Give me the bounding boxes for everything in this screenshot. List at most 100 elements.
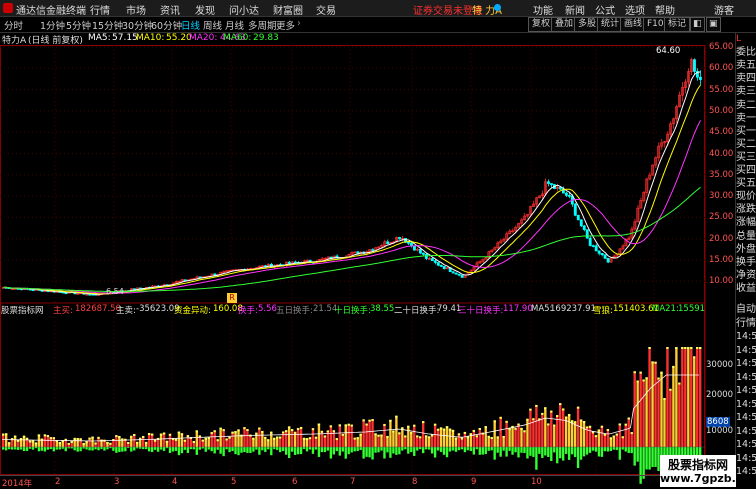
quote-row-label[interactable]: 买二 (736, 138, 756, 151)
tick-time-label[interactable]: 行情 (736, 317, 756, 330)
sell-bar (299, 447, 303, 455)
sell-bar (13, 447, 17, 450)
period-60min[interactable]: 60分钟 (151, 18, 182, 32)
sell-bar (597, 447, 601, 457)
sell-bar (130, 447, 133, 452)
price-tick-label: 10.00 (709, 276, 734, 287)
quote-row-label[interactable]: 委比 (736, 46, 756, 59)
tick-time-label[interactable]: 14:50 (736, 438, 756, 451)
menu-trade[interactable]: 交易 (316, 2, 336, 17)
sell-bar (508, 447, 511, 451)
quote-row-label[interactable]: 卖四 (736, 72, 756, 85)
quote-side-panel: L 委比 卖五 卖四 卖三 卖二 卖一 买一 买二 买三 买四 买五 现价 涨跌 涨幅 总量 外盘 换手 净资 收益自… (735, 33, 756, 487)
menu-formula[interactable]: 公式 (595, 2, 615, 17)
menu-market[interactable]: 市场 (126, 2, 146, 17)
quote-row-label[interactable]: L (736, 33, 756, 46)
period-weekly[interactable]: 周线 (203, 18, 222, 32)
sell-bar (523, 447, 526, 454)
volume-cap (183, 439, 187, 442)
volume-cap (159, 433, 163, 436)
volume-cap (168, 433, 172, 436)
volume-cap (91, 436, 94, 439)
period-multi[interactable]: 多周期 (248, 18, 277, 32)
tick-time-label[interactable]: 14:50 (736, 398, 756, 411)
quote-row-label[interactable]: 卖二 (736, 99, 756, 112)
menu-help[interactable]: 帮助 (655, 2, 675, 17)
date-tick-label: 2014年 (2, 479, 33, 489)
period-30min[interactable]: 30分钟 (122, 18, 153, 32)
tick-time-label[interactable]: 14:50 (736, 344, 756, 357)
tick-time-label[interactable]: 14:50 (736, 384, 756, 397)
quote-row-label[interactable]: 买四 (736, 164, 756, 177)
period-5min[interactable]: 5分钟 (66, 18, 91, 32)
volume-cap (350, 424, 353, 427)
candle-body (582, 225, 586, 230)
period-more[interactable]: 更多 (276, 18, 295, 32)
quote-row-label[interactable]: 涨跌 (736, 203, 756, 216)
menu-wealth[interactable]: 财富圈 (273, 2, 303, 17)
menu-newsfeed[interactable]: 新闻 (565, 2, 585, 17)
volume-cap (648, 347, 651, 349)
mark-button[interactable]: 标记 (664, 17, 691, 32)
quote-row-label[interactable]: 换手 (736, 256, 756, 269)
sell-bar (344, 447, 347, 459)
menu-quotes[interactable]: 行情 (90, 2, 110, 17)
period-more-arrow-icon[interactable]: › (297, 18, 301, 29)
ind-30d-label: 三十日换手: (458, 306, 504, 316)
quote-row-label[interactable]: 买三 (736, 151, 756, 164)
quote-row-label[interactable]: 现价 (736, 190, 756, 203)
indicator-title[interactable]: 股票指标网 (1, 304, 44, 316)
volume-cap (323, 435, 327, 438)
period-intraday[interactable]: 分时 (4, 18, 23, 32)
sell-bar (314, 447, 318, 450)
tick-time-label[interactable]: 14:50 (736, 411, 756, 424)
menu-options[interactable]: 选项 (625, 2, 645, 17)
event-marker[interactable]: R (227, 293, 237, 303)
period-monthly[interactable]: 月线 (225, 18, 244, 32)
fullscreen-icon[interactable]: ▣ (706, 17, 721, 32)
sell-bar (410, 447, 413, 453)
volume-bar (410, 431, 413, 447)
period-15min[interactable]: 15分钟 (92, 18, 123, 32)
tick-time-label[interactable]: 14:50 (736, 452, 756, 465)
tick-time-label[interactable]: 14:50 (736, 425, 756, 438)
quote-row-label[interactable]: 收益 (736, 282, 756, 295)
quote-row-label[interactable]: 买五 (736, 177, 756, 190)
menu-news[interactable]: 资讯 (160, 2, 180, 17)
volume-bar (389, 419, 392, 447)
guest-user[interactable]: 游客 (714, 2, 734, 17)
quote-row-label[interactable]: 涨幅 (736, 216, 756, 229)
quote-row-label[interactable]: 卖三 (736, 85, 756, 98)
volume-bar (261, 430, 264, 447)
sell-bar (359, 447, 362, 450)
period-1min[interactable]: 1分钟 (40, 18, 65, 32)
quote-row-label[interactable]: 外盘 (736, 243, 756, 256)
date-tick-label: 4 (172, 477, 178, 487)
quote-row-label[interactable]: 卖五 (736, 59, 756, 72)
quote-row-label[interactable]: 卖一 (736, 112, 756, 125)
quote-row-label[interactable]: 买一 (736, 125, 756, 138)
tick-time-label[interactable]: 14:50 (736, 371, 756, 384)
volume-cap (597, 429, 601, 432)
sell-bar (466, 447, 470, 451)
volume-bar (231, 431, 234, 447)
quote-row-label[interactable]: 净资 (736, 269, 756, 282)
volume-cap (94, 442, 97, 445)
zoom-out-icon[interactable]: ◧ (690, 17, 705, 32)
quote-row-label[interactable]: 总量 (736, 230, 756, 243)
tick-time-label[interactable]: 14:50 (736, 330, 756, 343)
volume-cap (517, 423, 520, 426)
menu-discover[interactable]: 发现 (195, 2, 215, 17)
date-tick-label: 10 (531, 477, 542, 487)
tick-time-label[interactable]: 自动 (736, 303, 756, 316)
menu-ask[interactable]: 问小达 (229, 2, 259, 17)
sell-bar (323, 447, 327, 453)
volume-cap (469, 433, 473, 436)
period-daily[interactable]: 日线 (181, 18, 200, 32)
volume-cap (279, 436, 282, 439)
volume-cap (320, 430, 324, 433)
chart-area[interactable] (0, 45, 735, 487)
menu-function[interactable]: 功能 (533, 2, 553, 17)
sell-bar (31, 447, 35, 450)
tick-time-label[interactable]: 14:50 (736, 357, 756, 370)
